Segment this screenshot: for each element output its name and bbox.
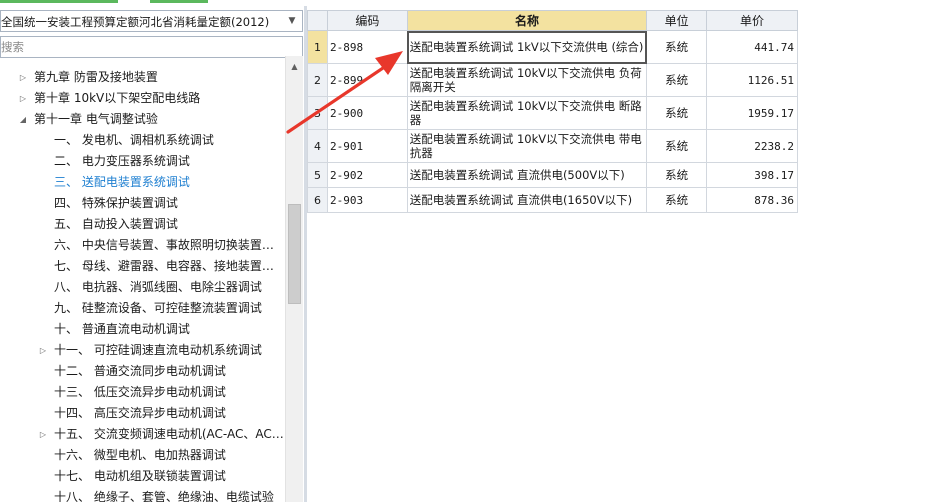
quota-grid: 编码 名称 单位 单价 1 2-898 送配电装置系统调试 1kV以下交流供电 (综… <box>307 10 798 213</box>
grid-row[interactable]: 6 2-903 送配电装置系统调试 直流供电(1650V以下) 系统 878.36 <box>307 187 798 213</box>
name-cell[interactable]: 送配电装置系统调试 直流供电(500V以下) <box>406 162 648 188</box>
search-input[interactable] <box>1 37 302 57</box>
price-cell[interactable]: 1126.51 <box>706 63 798 97</box>
row-index-cell[interactable]: 6 <box>307 187 328 213</box>
tree-item[interactable]: 八、 电抗器、消弧线圈、电除尘器调试 <box>54 277 262 298</box>
name-cell[interactable]: 送配电装置系统调试 10kV以下交流供电 断路器 <box>406 96 648 130</box>
code-cell[interactable]: 2-903 <box>326 187 408 213</box>
chapter-tree: ▷ 第九章 防雷及接地装置 ▷ 第十章 10kV以下架空配电线路 ◢ 第十一章 电气调整试… <box>0 62 285 502</box>
tree-item[interactable]: 十二、 普通交流同步电动机调试 <box>54 361 226 382</box>
collapsed-arrow-icon[interactable]: ▷ <box>38 340 48 361</box>
tree-item[interactable]: 十七、 电动机组及联锁装置调试 <box>54 466 226 487</box>
code-cell[interactable]: 2-899 <box>326 63 408 97</box>
tree-item[interactable]: 二、 电力变压器系统调试 <box>54 151 190 172</box>
tree-item[interactable]: 十四、 高压交流异步电动机调试 <box>54 403 226 424</box>
code-cell[interactable]: 2-900 <box>326 96 408 130</box>
row-index-cell[interactable]: 2 <box>307 63 328 97</box>
unit-cell[interactable]: 系统 <box>646 63 708 97</box>
grid-row[interactable]: 1 2-898 送配电装置系统调试 1kV以下交流供电 (综合) 系统 441.74 <box>307 30 798 64</box>
grid-row[interactable]: 2 2-899 送配电装置系统调试 10kV以下交流供电 负荷隔离开关 系统 1126.… <box>307 63 798 97</box>
tree-item[interactable]: 第九章 防雷及接地装置 <box>34 67 158 88</box>
tab-indicator <box>150 0 208 3</box>
tree-item[interactable]: 十六、 微型电机、电加热器调试 <box>54 445 226 466</box>
scroll-up-icon[interactable]: ▲ <box>286 58 303 75</box>
unit-cell[interactable]: 系统 <box>646 129 708 163</box>
price-cell[interactable]: 398.17 <box>706 162 798 188</box>
tree-item[interactable]: 十三、 低压交流异步电动机调试 <box>54 382 226 403</box>
name-cell[interactable]: 送配电装置系统调试 10kV以下交流供电 负荷隔离开关 <box>406 63 648 97</box>
column-header-price[interactable]: 单价 <box>706 10 798 31</box>
column-header-name[interactable]: 名称 <box>406 10 648 31</box>
name-cell[interactable]: 送配电装置系统调试 1kV以下交流供电 (综合) <box>406 30 648 64</box>
quota-library-select[interactable]: 全国统一安装工程预算定额河北省消耗量定额(2012) ▼ <box>0 10 303 32</box>
grid-row[interactable]: 5 2-902 送配电装置系统调试 直流供电(500V以下) 系统 398.17 <box>307 162 798 188</box>
tree-item[interactable]: 四、 特殊保护装置调试 <box>54 193 178 214</box>
tree-item[interactable]: 第十一章 电气调整试验 <box>34 109 158 130</box>
row-index-cell[interactable]: 4 <box>307 129 328 163</box>
name-cell[interactable]: 送配电装置系统调试 10kV以下交流供电 带电抗器 <box>406 129 648 163</box>
tree-item[interactable]: 七、 母线、避雷器、电容器、接地装置… <box>54 256 274 277</box>
tree-item[interactable]: 十、 普通直流电动机调试 <box>54 319 190 340</box>
grid-header-row: 编码 名称 单位 单价 <box>307 10 798 31</box>
grid-row[interactable]: 4 2-901 送配电装置系统调试 10kV以下交流供电 带电抗器 系统 2238.2 <box>307 129 798 163</box>
corner-cell <box>307 10 328 31</box>
price-cell[interactable]: 1959.17 <box>706 96 798 130</box>
collapsed-arrow-icon[interactable]: ▷ <box>18 88 28 109</box>
collapsed-arrow-icon[interactable]: ▷ <box>38 424 48 445</box>
code-cell[interactable]: 2-898 <box>326 30 408 64</box>
name-cell[interactable]: 送配电装置系统调试 直流供电(1650V以下) <box>406 187 648 213</box>
column-header-unit[interactable]: 单位 <box>646 10 708 31</box>
grid-row[interactable]: 3 2-900 送配电装置系统调试 10kV以下交流供电 断路器 系统 1959.17 <box>307 96 798 130</box>
column-header-code[interactable]: 编码 <box>326 10 408 31</box>
price-cell[interactable]: 878.36 <box>706 187 798 213</box>
row-index-cell[interactable]: 5 <box>307 162 328 188</box>
unit-cell[interactable]: 系统 <box>646 187 708 213</box>
price-cell[interactable]: 441.74 <box>706 30 798 64</box>
tree-item[interactable]: 五、 自动投入装置调试 <box>54 214 178 235</box>
code-cell[interactable]: 2-901 <box>326 129 408 163</box>
unit-cell[interactable]: 系统 <box>646 96 708 130</box>
tree-item[interactable]: 六、 中央信号装置、事故照明切换装置… <box>54 235 274 256</box>
code-cell[interactable]: 2-902 <box>326 162 408 188</box>
tab-indicator <box>0 0 118 3</box>
tree-item[interactable]: 第十章 10kV以下架空配电线路 <box>34 88 200 109</box>
price-cell[interactable]: 2238.2 <box>706 129 798 163</box>
tree-item[interactable]: 一、 发电机、调相机系统调试 <box>54 130 214 151</box>
row-index-cell[interactable]: 1 <box>307 30 328 64</box>
row-index-cell[interactable]: 3 <box>307 96 328 130</box>
scrollbar-thumb[interactable] <box>288 204 301 304</box>
quota-library-value: 全国统一安装工程预算定额河北省消耗量定额(2012) <box>1 15 270 29</box>
search-field[interactable] <box>0 36 303 58</box>
tree-item[interactable]: 十八、 绝缘子、套管、绝缘油、电缆试验 <box>54 487 274 502</box>
expanded-arrow-icon[interactable]: ◢ <box>18 109 28 130</box>
quota-library-panel: 全国统一安装工程预算定额河北省消耗量定额(2012) ▼ ▷ 第九章 防雷及接地装… <box>0 6 305 502</box>
tree-scrollbar[interactable]: ▲ <box>285 56 303 502</box>
unit-cell[interactable]: 系统 <box>646 30 708 64</box>
collapsed-arrow-icon[interactable]: ▷ <box>18 67 28 88</box>
tree-item[interactable]: 三、 送配电装置系统调试 <box>54 172 190 193</box>
chevron-down-icon[interactable]: ▼ <box>285 13 299 29</box>
unit-cell[interactable]: 系统 <box>646 162 708 188</box>
tree-item[interactable]: 十五、 交流变频调速电动机(AC-AC、AC… <box>54 424 284 445</box>
tree-item[interactable]: 九、 硅整流设备、可控硅整流装置调试 <box>54 298 262 319</box>
tree-item[interactable]: 十一、 可控硅调速直流电动机系统调试 <box>54 340 262 361</box>
